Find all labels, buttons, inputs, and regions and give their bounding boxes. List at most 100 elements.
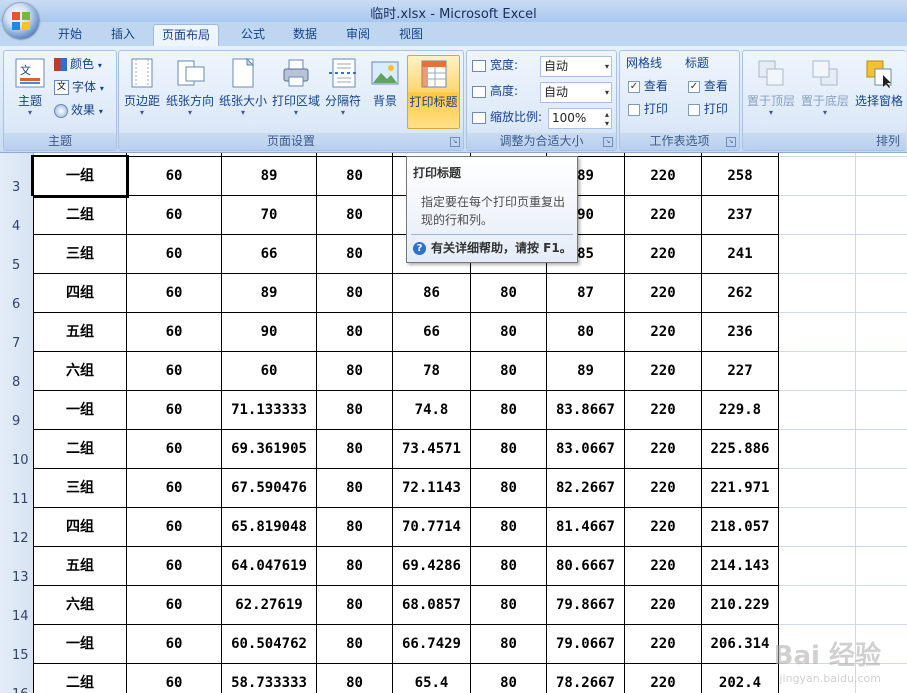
table-cell[interactable]: 80 <box>317 274 393 313</box>
table-cell[interactable]: 229.8 <box>702 391 779 430</box>
tab-review[interactable]: 审阅 <box>338 24 378 45</box>
table-cell[interactable]: 220 <box>625 274 702 313</box>
row-header[interactable]: 9 <box>0 391 34 431</box>
table-cell[interactable]: 220 <box>625 547 702 586</box>
theme-colors-button[interactable]: 颜色 ▾ <box>54 54 102 74</box>
table-cell[interactable]: 60 <box>127 586 222 625</box>
table-cell[interactable]: 66 <box>222 235 317 274</box>
table-cell[interactable]: 70 <box>222 196 317 235</box>
table-cell[interactable]: 87 <box>547 274 625 313</box>
table-cell[interactable]: 225.886 <box>702 430 779 469</box>
scale-spinner[interactable]: 100% ▴ ▾ <box>548 108 612 129</box>
group-name-cell[interactable]: 一组 <box>33 391 127 430</box>
group-name-cell[interactable]: 一组 <box>31 155 129 198</box>
table-cell[interactable]: 80 <box>471 508 547 547</box>
height-select[interactable]: 自动 ▾ <box>540 82 612 103</box>
table-cell[interactable]: 78 <box>393 352 471 391</box>
headings-view-checkbox[interactable]: ✓ 查看 <box>688 76 728 96</box>
orientation-button[interactable]: 纸张方向 ▾ <box>165 55 215 127</box>
table-cell[interactable]: 72.1143 <box>393 469 471 508</box>
table-cell[interactable]: 241 <box>702 235 779 274</box>
bring-to-front-button[interactable]: 置于顶层 ▾ <box>745 55 797 127</box>
table-cell[interactable]: 214.143 <box>702 547 779 586</box>
table-cell[interactable]: 67.590476 <box>222 469 317 508</box>
row-header[interactable]: 11 <box>0 469 34 509</box>
table-cell[interactable]: 80 <box>317 586 393 625</box>
table-cell[interactable]: 90 <box>222 313 317 352</box>
theme-effects-button[interactable]: 效果 ▾ <box>54 100 103 120</box>
table-cell[interactable]: 220 <box>625 157 702 196</box>
group-name-cell[interactable]: 四组 <box>33 274 127 313</box>
tab-view[interactable]: 视图 <box>391 24 431 45</box>
dialog-launcher-icon[interactable]: ↘ <box>726 137 736 147</box>
table-cell[interactable]: 83.0667 <box>547 430 625 469</box>
print-area-button[interactable]: 打印区域 ▾ <box>271 55 321 127</box>
send-to-back-button[interactable]: 置于底层 ▾ <box>799 55 851 127</box>
row-header[interactable]: 16 <box>0 664 34 693</box>
table-cell[interactable]: 220 <box>625 508 702 547</box>
group-name-cell[interactable]: 二组 <box>33 430 127 469</box>
row-header[interactable]: 12 <box>0 508 34 548</box>
tab-data[interactable]: 数据 <box>285 24 325 45</box>
table-cell[interactable]: 80 <box>317 508 393 547</box>
table-cell[interactable]: 60 <box>127 508 222 547</box>
table-cell[interactable]: 80 <box>317 313 393 352</box>
margins-button[interactable]: 页边距 ▾ <box>121 55 163 127</box>
table-cell[interactable]: 60 <box>127 352 222 391</box>
table-cell[interactable]: 60 <box>127 196 222 235</box>
table-cell[interactable]: 80 <box>471 469 547 508</box>
table-cell[interactable]: 220 <box>625 391 702 430</box>
table-cell[interactable]: 79.8667 <box>547 586 625 625</box>
table-cell[interactable]: 60 <box>127 157 222 196</box>
group-name-cell[interactable]: 三组 <box>33 469 127 508</box>
table-cell[interactable]: 220 <box>625 352 702 391</box>
tab-page-layout[interactable]: 页面布局 <box>153 24 220 46</box>
table-cell[interactable]: 80.6667 <box>547 547 625 586</box>
group-name-cell[interactable]: 四组 <box>33 508 127 547</box>
table-cell[interactable]: 80 <box>471 430 547 469</box>
row-header[interactable]: 6 <box>0 274 34 314</box>
table-cell[interactable]: 220 <box>625 313 702 352</box>
office-button[interactable] <box>3 3 39 39</box>
table-cell[interactable]: 89 <box>222 274 317 313</box>
table-cell[interactable]: 60.504762 <box>222 625 317 664</box>
table-cell[interactable]: 80 <box>471 625 547 664</box>
table-cell[interactable]: 80 <box>471 313 547 352</box>
table-cell[interactable]: 80 <box>317 469 393 508</box>
row-header[interactable]: 4 <box>0 196 34 236</box>
table-cell[interactable]: 80 <box>317 391 393 430</box>
table-cell[interactable]: 60 <box>127 469 222 508</box>
gridlines-view-checkbox[interactable]: ✓ 查看 <box>628 76 668 96</box>
table-cell[interactable]: 202.4 <box>702 664 779 693</box>
table-cell[interactable]: 80 <box>471 352 547 391</box>
table-cell[interactable]: 68.0857 <box>393 586 471 625</box>
table-cell[interactable]: 80 <box>317 430 393 469</box>
table-cell[interactable]: 227 <box>702 352 779 391</box>
group-name-cell[interactable]: 三组 <box>33 235 127 274</box>
spinner-arrows-icon[interactable]: ▴ ▾ <box>605 110 609 128</box>
table-cell[interactable]: 89 <box>547 352 625 391</box>
table-cell[interactable]: 80 <box>471 586 547 625</box>
tab-insert[interactable]: 插入 <box>103 24 143 45</box>
width-select[interactable]: 自动 ▾ <box>540 56 612 77</box>
tab-formulas[interactable]: 公式 <box>233 24 273 45</box>
table-cell[interactable]: 220 <box>625 430 702 469</box>
table-cell[interactable]: 70.7714 <box>393 508 471 547</box>
table-cell[interactable]: 258 <box>702 157 779 196</box>
table-cell[interactable]: 60 <box>222 352 317 391</box>
table-cell[interactable]: 60 <box>127 235 222 274</box>
table-cell[interactable]: 237 <box>702 196 779 235</box>
table-cell[interactable]: 83.8667 <box>547 391 625 430</box>
table-cell[interactable]: 220 <box>625 586 702 625</box>
table-cell[interactable]: 80 <box>547 313 625 352</box>
table-cell[interactable]: 221.971 <box>702 469 779 508</box>
table-cell[interactable]: 65.4 <box>393 664 471 693</box>
table-cell[interactable]: 80 <box>317 235 393 274</box>
headings-print-checkbox[interactable]: 打印 <box>688 99 728 119</box>
row-header[interactable]: 10 <box>0 430 34 470</box>
table-cell[interactable]: 210.229 <box>702 586 779 625</box>
table-cell[interactable]: 80 <box>317 625 393 664</box>
table-cell[interactable]: 220 <box>625 235 702 274</box>
gridlines-print-checkbox[interactable]: 打印 <box>628 99 668 119</box>
row-header[interactable]: 3 <box>0 157 34 197</box>
